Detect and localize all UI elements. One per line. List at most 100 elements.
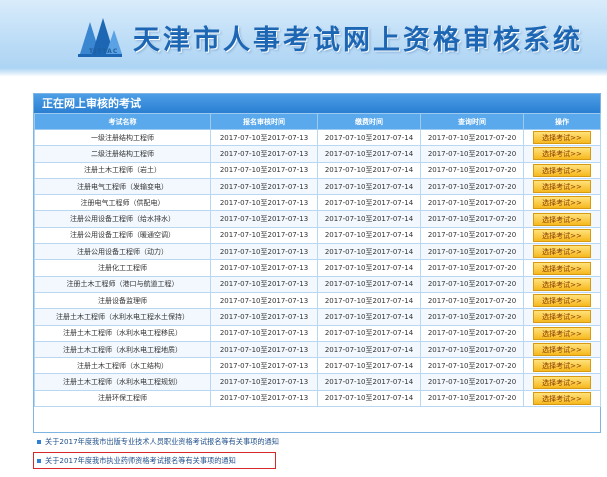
registration-time-cell: 2017-07-10至2017-07-13 xyxy=(210,324,318,342)
query-time-cell: 2017-07-10至2017-07-20 xyxy=(420,357,524,375)
exam-name-cell: 注册土木工程师（水利水电工程规划） xyxy=(34,373,211,391)
select-exam-button[interactable]: 选择考试>> xyxy=(533,196,591,210)
exam-name-cell: 注册公用设备工程师（暖通空调） xyxy=(34,226,211,245)
registration-time-cell: 2017-07-10至2017-07-13 xyxy=(210,259,318,277)
exam-table: 考试名称 报名审核时间 缴费时间 查询时间 操作 一级注册结构工程师 2017-0… xyxy=(34,113,601,408)
registration-time-cell: 2017-07-10至2017-07-13 xyxy=(210,275,318,293)
site-title: 天津市人事考试网上资格审核系统 xyxy=(133,25,583,56)
select-exam-button[interactable]: 选择考试>> xyxy=(533,245,591,259)
table-header-row: 考试名称 报名审核时间 缴费时间 查询时间 操作 xyxy=(34,113,601,130)
registration-time-cell: 2017-07-10至2017-07-13 xyxy=(210,373,318,391)
exam-name-cell: 注册土木工程师（港口与航道工程） xyxy=(34,275,211,293)
exam-name-cell: 注册设备监理师 xyxy=(34,291,211,310)
action-cell: 选择考试>> xyxy=(523,194,601,212)
query-time-cell: 2017-07-10至2017-07-20 xyxy=(420,177,524,196)
table-row: 注册环保工程师 2017-07-10至2017-07-13 2017-07-10至2… xyxy=(34,389,601,408)
payment-time-cell: 2017-07-10至2017-07-14 xyxy=(317,340,421,359)
payment-time-cell: 2017-07-10至2017-07-14 xyxy=(317,226,421,245)
table-row: 注册土木工程师（港口与航道工程） 2017-07-10至2017-07-13 201… xyxy=(34,275,601,293)
query-time-cell: 2017-07-10至2017-07-20 xyxy=(420,243,524,261)
query-time-cell: 2017-07-10至2017-07-20 xyxy=(420,145,524,163)
exam-name-cell: 注册土木工程师（岩土） xyxy=(34,161,211,179)
action-cell: 选择考试>> xyxy=(523,243,601,261)
table-row: 一级注册结构工程师 2017-07-10至2017-07-13 2017-07-10… xyxy=(34,128,601,147)
payment-time-cell: 2017-07-10至2017-07-14 xyxy=(317,145,421,163)
action-cell: 选择考试>> xyxy=(523,373,601,391)
payment-time-cell: 2017-07-10至2017-07-14 xyxy=(317,291,421,310)
query-time-cell: 2017-07-10至2017-07-20 xyxy=(420,308,524,326)
select-exam-button[interactable]: 选择考试>> xyxy=(533,163,591,177)
select-exam-button[interactable]: 选择考试>> xyxy=(533,261,591,275)
notice-link-publishing[interactable]: 关于2017年度我市出版专业技术人员职业资格考试报名等有关事项的通知 xyxy=(37,437,279,447)
exam-name-cell: 注册公用设备工程师（动力） xyxy=(34,243,211,261)
query-time-cell: 2017-07-10至2017-07-20 xyxy=(420,259,524,277)
payment-time-cell: 2017-07-10至2017-07-14 xyxy=(317,177,421,196)
exam-name-cell: 注册电气工程师（发输变电） xyxy=(34,177,211,196)
select-exam-button[interactable]: 选择考试>> xyxy=(533,294,591,308)
bullet-icon xyxy=(37,440,41,444)
select-exam-button[interactable]: 选择考试>> xyxy=(533,343,591,356)
panel-title: 正在网上审核的考试 xyxy=(34,94,600,113)
table-row: 注册公用设备工程师（动力） 2017-07-10至2017-07-13 2017-0… xyxy=(34,243,601,261)
registration-time-cell: 2017-07-10至2017-07-13 xyxy=(210,161,318,179)
exam-name-cell: 注册公用设备工程师（给水排水） xyxy=(34,210,211,228)
action-cell: 选择考试>> xyxy=(523,308,601,326)
action-cell: 选择考试>> xyxy=(523,389,601,408)
column-header-query-time: 查询时间 xyxy=(420,113,524,130)
exam-panel: 正在网上审核的考试 考试名称 报名审核时间 缴费时间 查询时间 操作 一级注册结… xyxy=(33,93,601,433)
registration-time-cell: 2017-07-10至2017-07-13 xyxy=(210,145,318,163)
action-cell: 选择考试>> xyxy=(523,210,601,228)
query-time-cell: 2017-07-10至2017-07-20 xyxy=(420,128,524,147)
column-header-registration-time: 报名审核时间 xyxy=(210,113,318,130)
payment-time-cell: 2017-07-10至2017-07-14 xyxy=(317,194,421,212)
select-exam-button[interactable]: 选择考试>> xyxy=(533,147,591,161)
action-cell: 选择考试>> xyxy=(523,226,601,245)
table-row: 注册土木工程师（水利水电工程规划） 2017-07-10至2017-07-13 20… xyxy=(34,373,601,391)
highlight-box xyxy=(33,452,276,469)
payment-time-cell: 2017-07-10至2017-07-14 xyxy=(317,324,421,342)
select-exam-button[interactable]: 选择考试>> xyxy=(533,180,591,194)
exam-name-cell: 注册环保工程师 xyxy=(34,389,211,408)
payment-time-cell: 2017-07-10至2017-07-14 xyxy=(317,128,421,147)
exam-name-cell: 一级注册结构工程师 xyxy=(34,128,211,147)
registration-time-cell: 2017-07-10至2017-07-13 xyxy=(210,194,318,212)
exam-name-cell: 注册土木工程师（水利水电工程水土保持） xyxy=(34,308,211,326)
action-cell: 选择考试>> xyxy=(523,357,601,375)
action-cell: 选择考试>> xyxy=(523,259,601,277)
payment-time-cell: 2017-07-10至2017-07-14 xyxy=(317,389,421,408)
action-cell: 选择考试>> xyxy=(523,340,601,359)
registration-time-cell: 2017-07-10至2017-07-13 xyxy=(210,389,318,408)
notice-text: 关于2017年度我市出版专业技术人员职业资格考试报名等有关事项的通知 xyxy=(45,437,279,446)
table-row: 注册设备监理师 2017-07-10至2017-07-13 2017-07-10至2… xyxy=(34,291,601,310)
payment-time-cell: 2017-07-10至2017-07-14 xyxy=(317,259,421,277)
table-row: 注册化工工程师 2017-07-10至2017-07-13 2017-07-10至2… xyxy=(34,259,601,277)
registration-time-cell: 2017-07-10至2017-07-13 xyxy=(210,308,318,326)
select-exam-button[interactable]: 选择考试>> xyxy=(533,375,591,389)
exam-name-cell: 注册土木工程师（水工结构） xyxy=(34,357,211,375)
select-exam-button[interactable]: 选择考试>> xyxy=(533,277,591,291)
table-row: 注册电气工程师（供配电） 2017-07-10至2017-07-13 2017-07… xyxy=(34,194,601,212)
action-cell: 选择考试>> xyxy=(523,291,601,310)
table-row: 注册土木工程师（岩土） 2017-07-10至2017-07-13 2017-07-… xyxy=(34,161,601,179)
table-row: 注册公用设备工程师（给水排水） 2017-07-10至2017-07-13 2017… xyxy=(34,210,601,228)
logo-text: TJTTAC xyxy=(89,48,119,55)
select-exam-button[interactable]: 选择考试>> xyxy=(533,391,591,405)
payment-time-cell: 2017-07-10至2017-07-14 xyxy=(317,357,421,375)
registration-time-cell: 2017-07-10至2017-07-13 xyxy=(210,128,318,147)
table-row: 注册公用设备工程师（暖通空调） 2017-07-10至2017-07-13 2017… xyxy=(34,226,601,245)
query-time-cell: 2017-07-10至2017-07-20 xyxy=(420,226,524,245)
exam-name-cell: 二级注册结构工程师 xyxy=(34,145,211,163)
query-time-cell: 2017-07-10至2017-07-20 xyxy=(420,275,524,293)
query-time-cell: 2017-07-10至2017-07-20 xyxy=(420,373,524,391)
registration-time-cell: 2017-07-10至2017-07-13 xyxy=(210,357,318,375)
select-exam-button[interactable]: 选择考试>> xyxy=(533,212,591,226)
select-exam-button[interactable]: 选择考试>> xyxy=(533,326,591,340)
select-exam-button[interactable]: 选择考试>> xyxy=(533,228,591,242)
column-header-action: 操作 xyxy=(523,113,601,130)
select-exam-button[interactable]: 选择考试>> xyxy=(533,131,591,145)
query-time-cell: 2017-07-10至2017-07-20 xyxy=(420,324,524,342)
registration-time-cell: 2017-07-10至2017-07-13 xyxy=(210,340,318,359)
select-exam-button[interactable]: 选择考试>> xyxy=(533,310,591,324)
select-exam-button[interactable]: 选择考试>> xyxy=(533,359,591,373)
payment-time-cell: 2017-07-10至2017-07-14 xyxy=(317,373,421,391)
